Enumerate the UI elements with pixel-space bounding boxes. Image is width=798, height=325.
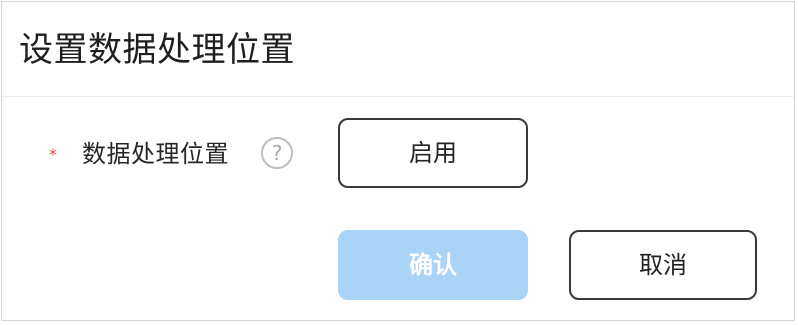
settings-dialog: 设置数据处理位置 * 数据处理位置 ? 启用 确认 取消	[1, 1, 795, 321]
dialog-title: 设置数据处理位置	[19, 30, 295, 70]
enable-button[interactable]: 启用	[338, 118, 528, 188]
title-divider	[2, 96, 794, 97]
question-circle-icon[interactable]: ?	[261, 137, 293, 169]
data-location-label: 数据处理位置	[82, 140, 229, 168]
cancel-button[interactable]: 取消	[569, 230, 757, 300]
required-asterisk: *	[49, 145, 57, 164]
confirm-button[interactable]: 确认	[338, 230, 528, 300]
